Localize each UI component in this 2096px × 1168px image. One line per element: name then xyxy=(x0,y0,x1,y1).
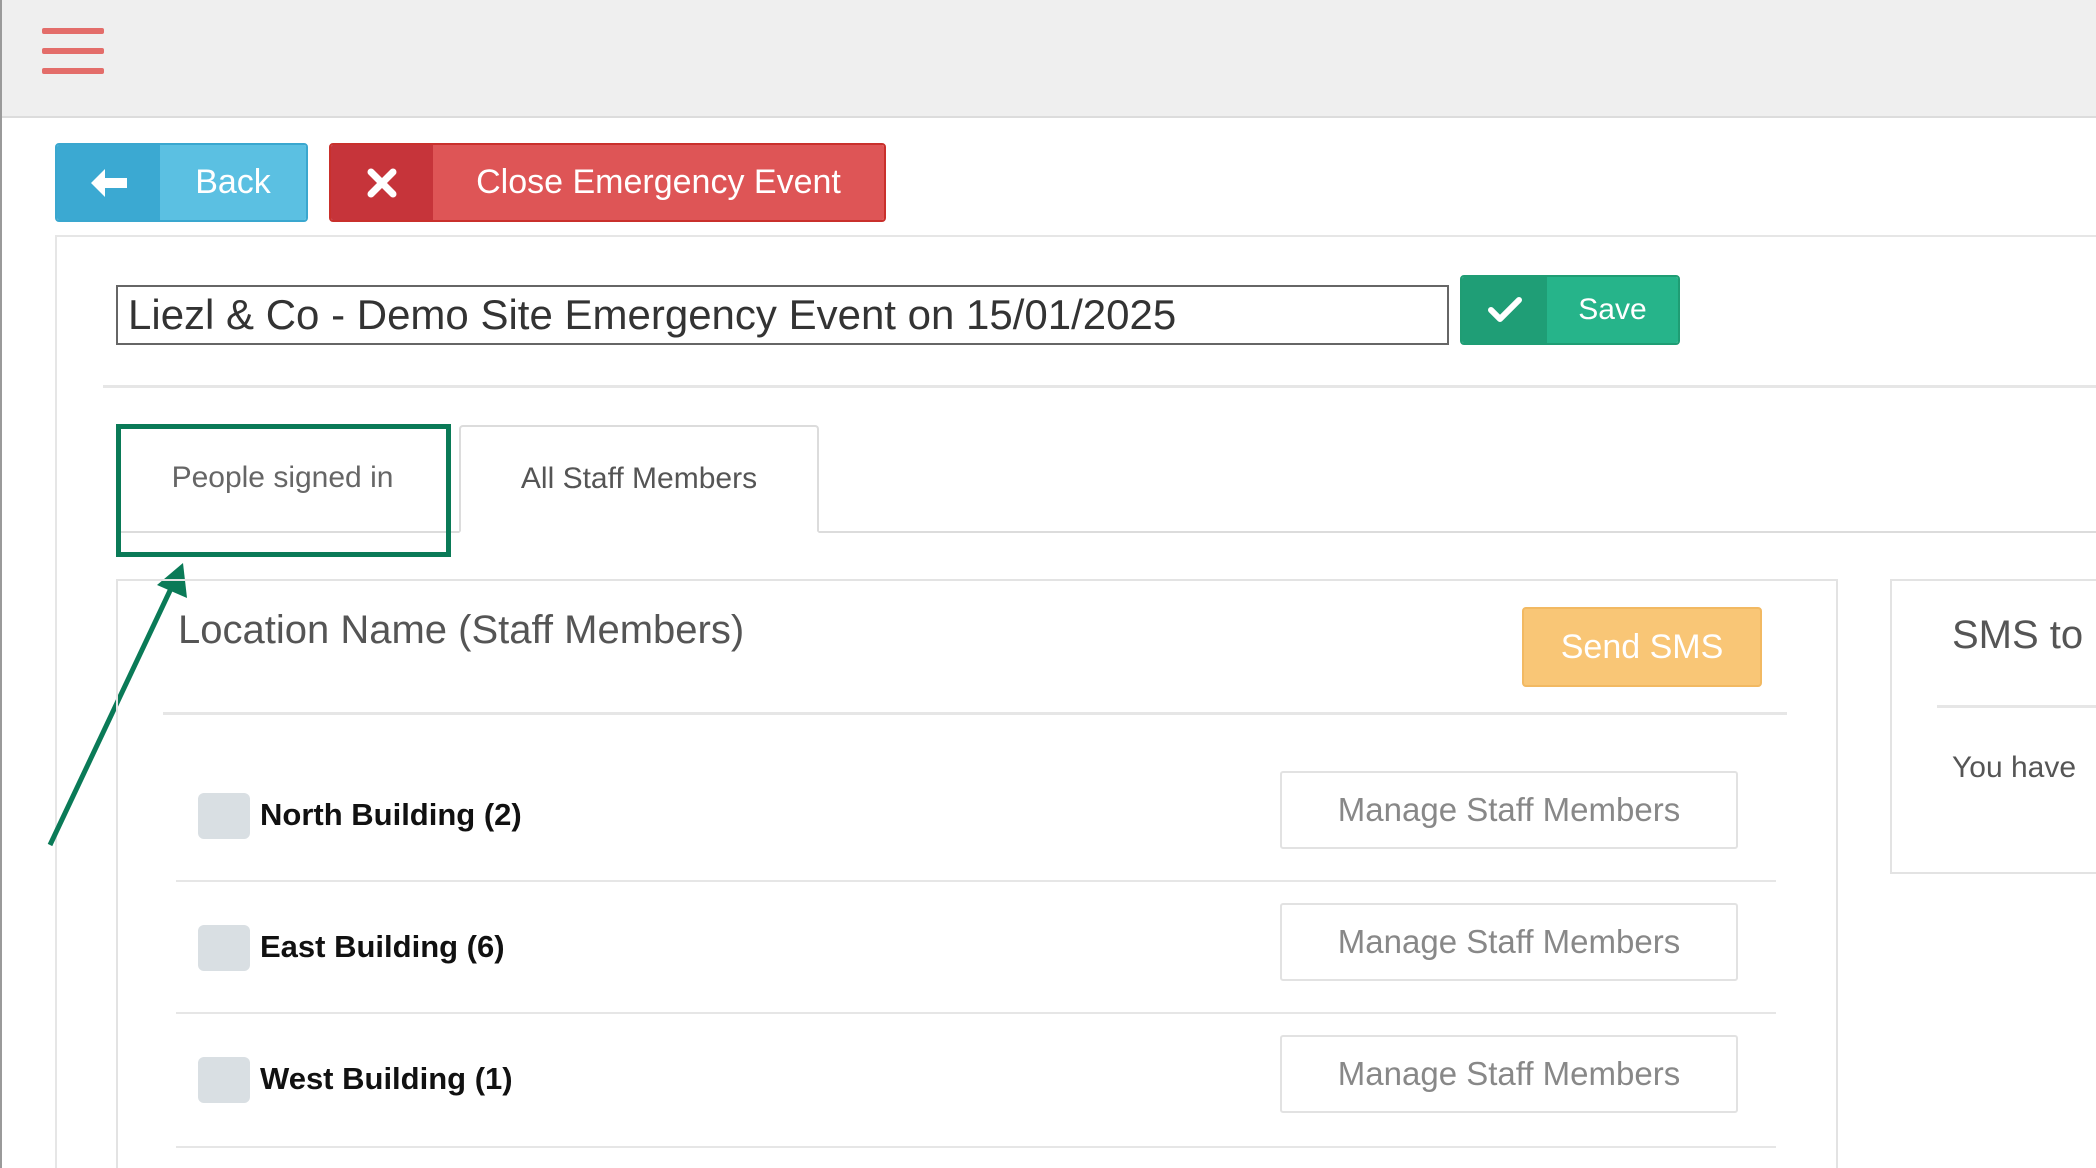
location-name: North Building (2) xyxy=(260,797,522,832)
sms-card-title: SMS to xyxy=(1952,613,2084,657)
back-button-label: Back xyxy=(160,145,306,220)
back-button[interactable]: Back xyxy=(55,143,308,222)
top-bar xyxy=(2,0,2096,118)
tab-people-signed-in-label: People signed in xyxy=(171,461,394,494)
card-divider xyxy=(163,712,1787,715)
list-item: East Building (6) Manage Staff Members xyxy=(176,883,1776,1015)
row-divider xyxy=(176,880,1776,882)
save-button-label: Save xyxy=(1547,277,1678,343)
save-button[interactable]: Save xyxy=(1460,275,1680,345)
tab-all-staff-members[interactable]: All Staff Members xyxy=(459,425,819,533)
location-card-title: Location Name (Staff Members) xyxy=(178,608,745,652)
tab-bar-line xyxy=(116,531,2096,533)
manage-staff-members-button[interactable]: Manage Staff Members xyxy=(1280,903,1738,981)
manage-staff-members-button[interactable]: Manage Staff Members xyxy=(1280,771,1738,849)
row-divider xyxy=(176,1146,1776,1148)
sms-card: SMS to You have xyxy=(1890,579,2096,874)
close-emergency-event-button[interactable]: Close Emergency Event xyxy=(329,143,886,222)
close-emergency-event-label: Close Emergency Event xyxy=(433,145,884,220)
list-item: North Building (2) Manage Staff Members xyxy=(176,751,1776,883)
send-sms-button[interactable]: Send SMS xyxy=(1522,607,1762,687)
location-name: West Building (1) xyxy=(260,1061,513,1096)
list-item: West Building (1) Manage Staff Members xyxy=(176,1015,1776,1148)
sms-card-text: You have xyxy=(1952,751,2077,784)
arrow-left-icon xyxy=(57,145,160,220)
row-divider xyxy=(176,1012,1776,1014)
manage-staff-members-button[interactable]: Manage Staff Members xyxy=(1280,1035,1738,1113)
location-checkbox[interactable] xyxy=(198,793,250,839)
divider xyxy=(103,385,2096,388)
location-name: East Building (6) xyxy=(260,929,505,964)
location-checkbox[interactable] xyxy=(198,1057,250,1103)
window-left-edge xyxy=(0,0,2,1168)
location-checkbox[interactable] xyxy=(198,925,250,971)
check-icon xyxy=(1462,277,1547,343)
event-title-input[interactable] xyxy=(116,285,1449,345)
close-icon xyxy=(331,145,433,220)
tab-all-staff-members-label: All Staff Members xyxy=(520,462,758,495)
tab-people-signed-in[interactable]: People signed in xyxy=(116,425,449,531)
hamburger-icon[interactable] xyxy=(42,28,104,74)
sms-card-divider xyxy=(1937,705,2096,708)
